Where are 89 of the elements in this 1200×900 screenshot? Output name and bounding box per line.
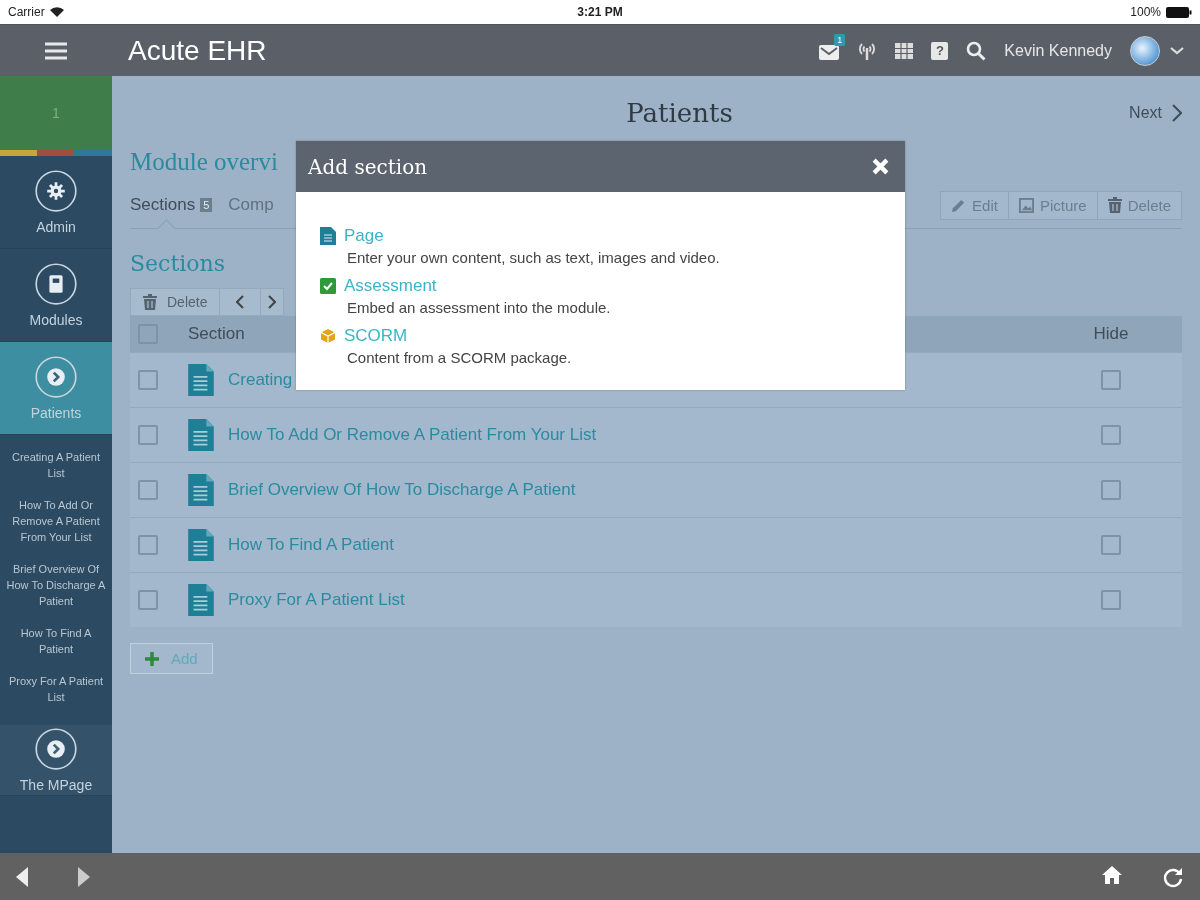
checkbox[interactable] xyxy=(138,590,158,610)
section-link[interactable]: How To Add Or Remove A Patient From Your List xyxy=(228,425,597,445)
previous-button[interactable] xyxy=(220,288,262,316)
next-link[interactable]: Next xyxy=(1129,104,1182,122)
picture-button[interactable]: Picture xyxy=(1007,191,1097,219)
gear-icon xyxy=(34,169,78,213)
checkbox-icon xyxy=(320,278,336,294)
hide-checkbox[interactable] xyxy=(1101,370,1121,390)
close-button[interactable] xyxy=(872,158,889,175)
checkbox[interactable] xyxy=(138,480,158,500)
document-icon xyxy=(188,529,214,561)
sidebar-subitem[interactable]: Proxy For A Patient List xyxy=(3,673,109,705)
document-icon xyxy=(188,364,214,396)
module-title: Module overvi xyxy=(130,148,278,177)
close-icon xyxy=(872,158,889,175)
back-icon[interactable] xyxy=(16,866,28,887)
avatar[interactable] xyxy=(1130,35,1160,66)
menu-icon[interactable] xyxy=(45,41,67,60)
chevron-right-icon xyxy=(268,295,277,309)
next-button[interactable] xyxy=(261,288,285,316)
trash-icon xyxy=(143,294,157,310)
battery-percent: 100% xyxy=(1130,5,1161,19)
document-icon xyxy=(188,474,214,506)
delete-button[interactable]: Delete xyxy=(1096,191,1181,219)
checkbox[interactable] xyxy=(138,370,158,390)
sidebar-label: The MPage xyxy=(19,777,93,793)
option-description: Embed an assessment into the module. xyxy=(346,299,612,316)
add-button[interactable]: Add xyxy=(130,643,213,674)
document-icon xyxy=(320,227,336,245)
carrier-label: Carrier xyxy=(8,5,45,19)
delete-button[interactable]: Delete xyxy=(130,288,221,316)
tab[interactable]: Comp xyxy=(228,182,290,228)
battery-icon xyxy=(1166,6,1192,18)
help-button[interactable]: ? xyxy=(931,41,949,60)
hide-checkbox[interactable] xyxy=(1101,425,1121,445)
pencil-icon xyxy=(951,197,967,213)
sidebar-subitem[interactable]: Creating A Patient List xyxy=(3,449,109,481)
antenna-icon[interactable] xyxy=(857,41,878,60)
option-link[interactable]: Page xyxy=(344,226,384,246)
search-icon[interactable] xyxy=(966,40,987,61)
sidebar-subitem[interactable]: How To Find A Patient xyxy=(3,625,109,657)
edit-button[interactable]: Edit xyxy=(941,191,1008,219)
sidebar-subitem[interactable]: Brief Overview Of How To Discharge A Patient xyxy=(3,561,109,609)
image-icon xyxy=(1018,197,1034,213)
option-description: Content from a SCORM package. xyxy=(346,349,573,366)
hide-checkbox[interactable] xyxy=(1101,535,1121,555)
chevron-right-icon xyxy=(1172,104,1182,122)
sidebar-subitem[interactable]: How To Add Or Remove A Patient From Your List xyxy=(3,497,109,545)
chevron-left-icon xyxy=(236,295,245,309)
section-link[interactable]: Creating xyxy=(228,370,293,390)
progress-tile[interactable]: 1 xyxy=(0,76,112,150)
chevron-down-icon[interactable] xyxy=(1170,46,1184,55)
section-link[interactable]: How To Find A Patient xyxy=(228,535,394,555)
checkbox[interactable] xyxy=(138,535,158,555)
package-icon xyxy=(320,328,336,344)
hide-checkbox[interactable] xyxy=(1101,480,1121,500)
arrow-circle-icon xyxy=(34,355,78,399)
hide-checkbox[interactable] xyxy=(1101,590,1121,610)
sidebar-item[interactable]: Patients xyxy=(0,342,112,435)
tab[interactable]: Sections 5 xyxy=(130,182,229,228)
section-link[interactable]: Proxy For A Patient List xyxy=(228,590,405,610)
option-link[interactable]: SCORM xyxy=(344,326,408,346)
grid-icon[interactable] xyxy=(895,42,914,59)
dialog-title: Add section xyxy=(308,154,428,179)
section-heading: Sections xyxy=(130,251,225,276)
clock-time: 3:21 PM xyxy=(577,5,623,19)
document-icon xyxy=(188,584,214,616)
notification-badge: 1 xyxy=(834,33,846,46)
document-icon xyxy=(188,419,214,451)
sidebar-item[interactable]: The MPage xyxy=(0,725,112,796)
arrow-circle-icon xyxy=(34,727,78,771)
home-icon[interactable] xyxy=(1102,865,1122,884)
trash-icon xyxy=(1107,197,1122,213)
option-link[interactable]: Assessment xyxy=(344,276,437,296)
column-header: Hide xyxy=(1093,324,1129,343)
user-name[interactable]: Kevin Kennedy xyxy=(1004,41,1112,60)
option-description: Enter your own content, such as text, images and video. xyxy=(346,249,721,266)
page-title: Patients xyxy=(625,98,734,128)
section-link[interactable]: Brief Overview Of How To Discharge A Patient xyxy=(228,480,576,500)
wifi-icon xyxy=(49,7,64,17)
forward-icon[interactable] xyxy=(78,866,90,887)
column-header: Section xyxy=(187,324,245,343)
book-icon xyxy=(34,262,78,306)
sidebar-label: Admin xyxy=(36,219,76,235)
sidebar-label: Patients xyxy=(30,405,82,421)
checkbox[interactable] xyxy=(138,425,158,445)
app-title: Acute EHR xyxy=(128,34,268,67)
plus-icon xyxy=(145,651,159,666)
sidebar-label: Modules xyxy=(29,312,83,328)
